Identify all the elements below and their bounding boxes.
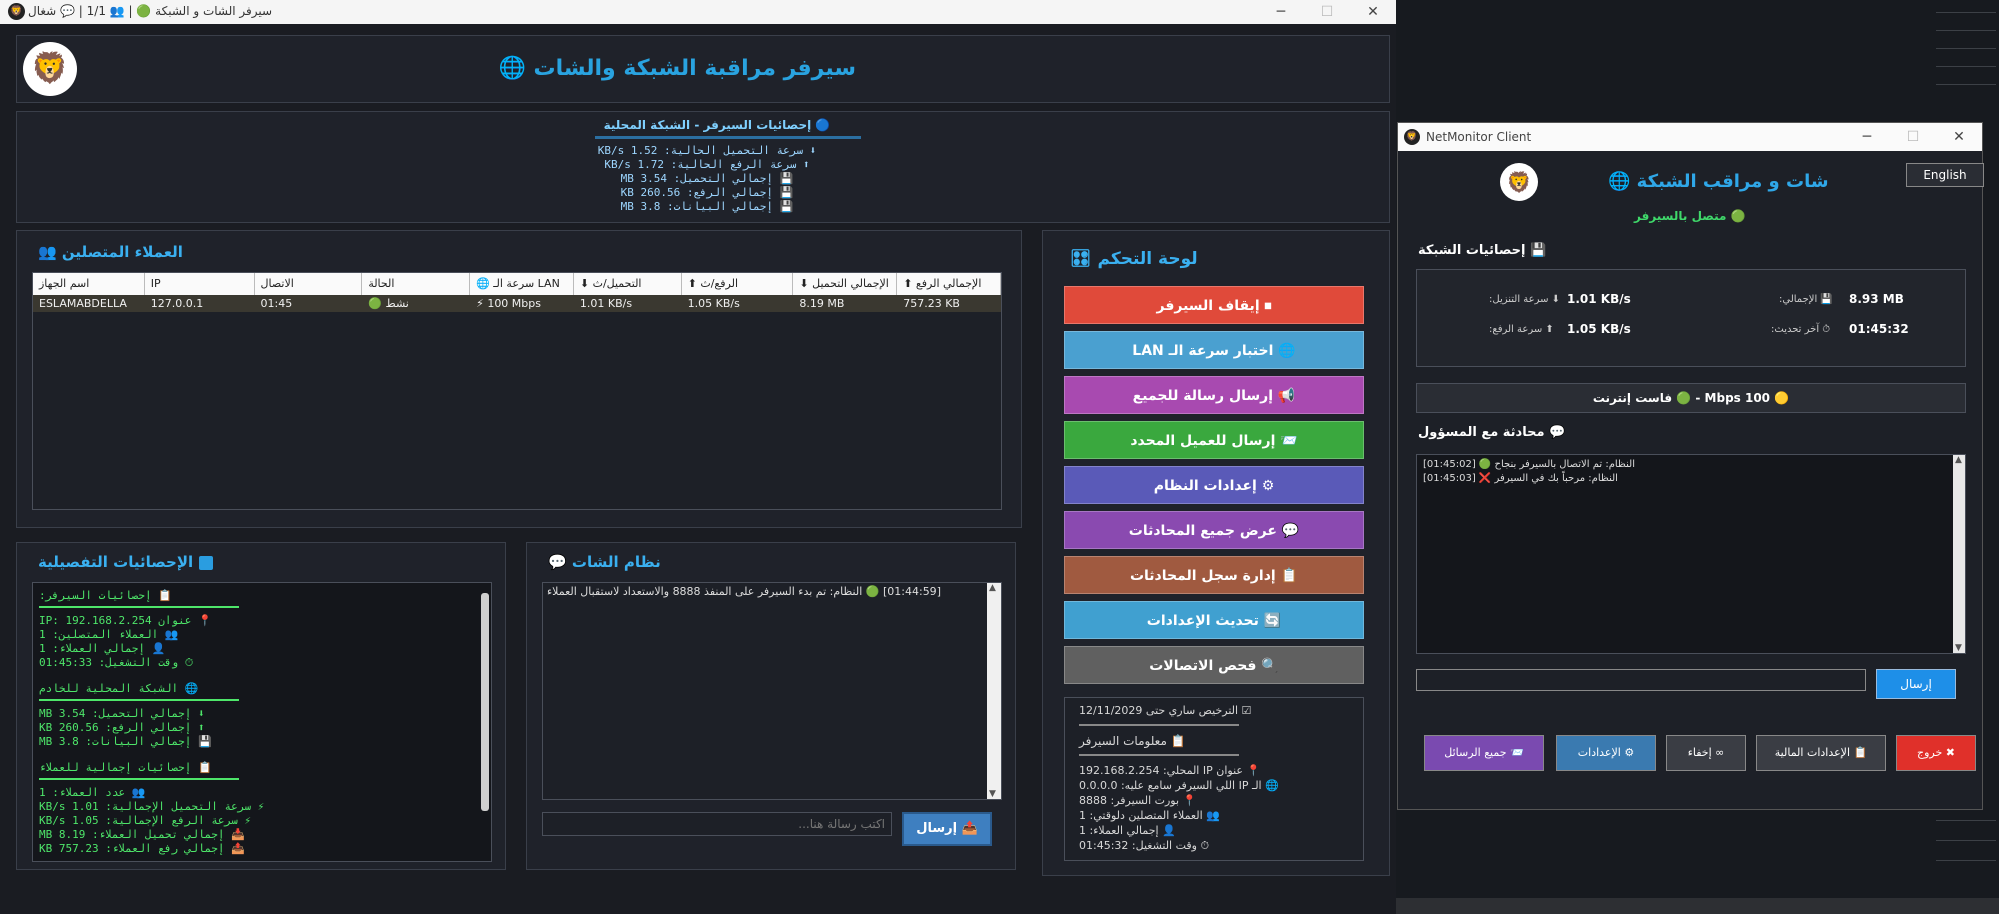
chat-message: [01:45:02] 🟢 النظام: تم الاتصال بالسيرفر… (1423, 459, 1635, 470)
client-chat-scrollbar[interactable]: ▲ ▼ (1953, 455, 1965, 653)
chat-log[interactable]: [01:44:59] 🟢 النظام: تم بدء السيرفر على … (542, 582, 1002, 800)
check-connections-button[interactable]: 🔍 فحص الاتصالات (1064, 646, 1364, 684)
settings-button[interactable]: ⚙ الإعدادات (1556, 735, 1656, 771)
server-window-title: سيرفر الشات و الشبكة 🟢 | 👥 1/1 | 💬 شغال (28, 4, 273, 18)
col-total-download[interactable]: ⬇ الإجمالي التحميل (793, 273, 898, 295)
lion-logo: 🦁 (23, 42, 77, 96)
table-row[interactable]: ESLAMABDELLA 127.0.0.1 01:45 🟢 نشط ⚡ 100… (33, 295, 1001, 312)
col-download[interactable]: ⬇ التحميل/ث (574, 273, 682, 295)
chat-log-button[interactable]: 📋 إدارة سجل المحادثات (1064, 556, 1364, 594)
client-chat-log[interactable]: [01:45:02] 🟢 النظام: تم الاتصال بالسيرفر… (1416, 454, 1966, 654)
minimize-button[interactable]: ─ (1258, 0, 1304, 24)
admin-chat-title: 💬 محادثة مع المسؤول (1418, 425, 1566, 440)
broadcast-button[interactable]: 📢 إرسال رسالة للجميع (1064, 376, 1364, 414)
lion-icon: 🦁 (8, 3, 25, 20)
client-send-button[interactable]: إرسال (1876, 669, 1956, 699)
col-lan-speed[interactable]: 🌐 سرعة الـ LAN (470, 273, 574, 295)
net-stats-title: 💾 إحصائيات الشبكة (1418, 243, 1547, 258)
chat-title: نظام الشات 💬 (548, 553, 661, 571)
net-stats-box: ⬇ سرعة التنزيل: 1.01 KB/s ⬆ سرعة الرفع: … (1416, 269, 1966, 367)
exit-button[interactable]: ✖ خروج (1896, 735, 1976, 771)
close-button[interactable]: ✕ (1936, 125, 1982, 149)
stat-row: 💾 إجمالي البيانات: 3.8 MB (620, 200, 794, 213)
chat-send-button[interactable]: 📤 إرسال (902, 812, 992, 846)
refresh-settings-button[interactable]: 🔄 تحديث الإعدادات (1064, 601, 1364, 639)
server-stats-rows: ⬇ سرعة التحميل الحالية: 1.52 KB/s ⬆ سرعة… (557, 144, 857, 214)
chat-input[interactable] (542, 812, 892, 836)
control-panel-title: لوحة التحكم 🎛 (1070, 249, 1198, 269)
stop-server-button[interactable]: ⏹ إيقاف السيرفر (1064, 286, 1364, 324)
clients-table-header: اسم الجهاز IP الاتصال الحالة 🌐 سرعة الـ … (33, 273, 1001, 295)
maximize-button[interactable]: ☐ (1890, 125, 1936, 149)
minimize-button[interactable]: ─ (1844, 125, 1890, 149)
client-window: 🦁 NetMonitor Client ─ ☐ ✕ 🦁 شات و مراقب … (1397, 122, 1984, 810)
detail-stats-log[interactable]: 📋 إحصائيات السيرفر: 📍 عنوان IP: 192.168.… (32, 582, 492, 862)
detail-stats-scrollbar[interactable] (481, 593, 489, 811)
lion-icon: 🦁 (1404, 129, 1420, 145)
client-titlebar: 🦁 NetMonitor Client ─ ☐ ✕ (1398, 123, 1982, 151)
server-header-title: سيرفر مراقبة الشبكة والشات 🌐 (498, 56, 856, 81)
system-settings-button[interactable]: ⚙ إعدادات النظام (1064, 466, 1364, 504)
client-header-title: شات و مراقب الشبكة 🌐 (1608, 171, 1829, 192)
server-titlebar: 🦁 سيرفر الشات و الشبكة 🟢 | 👥 1/1 | 💬 شغا… (0, 0, 1396, 24)
detail-stats-title: الإحصائيات التفصيلية (38, 553, 194, 571)
server-stats-panel: 🔵 إحصائيات السيرفر - الشبكة المحلية ⬇ سر… (16, 111, 1390, 223)
server-stats-title: 🔵 إحصائيات السيرفر - الشبكة المحلية (603, 118, 831, 132)
license-status: ☑ الترخيص ساري حتى 12/11/2029 (1079, 704, 1252, 717)
client-window-title: NetMonitor Client (1426, 130, 1532, 144)
col-upload[interactable]: ⬆ الرفع/ث (682, 273, 794, 295)
stat-row: 💾 إجمالي الرفع: 260.56 KB (620, 186, 794, 199)
col-status[interactable]: الحالة (362, 273, 471, 295)
lan-speed-test-button[interactable]: 🌐 اختبار سرعة الـ LAN (1064, 331, 1364, 369)
speed-banner: 🟡 100 Mbps - 🟢 فاست إنترنت (1416, 383, 1966, 413)
server-info-title: 📋 معلومات السيرفر (1079, 734, 1186, 748)
financial-settings-button[interactable]: 📋 الإعدادات المالية (1756, 735, 1886, 771)
maximize-button[interactable]: ☐ (1304, 0, 1350, 24)
english-button[interactable]: English (1906, 163, 1984, 187)
lion-logo: 🦁 (1500, 163, 1538, 201)
server-info-box: ☑ الترخيص ساري حتى 12/11/2029 📋 معلومات … (1064, 697, 1364, 861)
stats-icon (199, 555, 214, 570)
view-chats-button[interactable]: 💬 عرض جميع المحادثات (1064, 511, 1364, 549)
stat-row: ⬆ سرعة الرفع الحالية: 1.72 KB/s (604, 158, 810, 171)
col-connection[interactable]: الاتصال (255, 273, 363, 295)
clients-title: العملاء المتصلين 👥 (38, 243, 183, 261)
all-messages-button[interactable]: 📨 جميع الرسائل (1424, 735, 1544, 771)
close-button[interactable]: ✕ (1350, 0, 1396, 24)
stat-row: 💾 إجمالي التحميل: 3.54 MB (620, 172, 794, 185)
chat-message: [01:44:59] 🟢 النظام: تم بدء السيرفر على … (547, 585, 941, 598)
clients-table[interactable]: اسم الجهاز IP الاتصال الحالة 🌐 سرعة الـ … (32, 272, 1002, 510)
hide-button[interactable]: ∞ إخفاء (1666, 735, 1746, 771)
connection-status: 🟢 متصل بالسيرفر (1634, 209, 1746, 223)
col-total-upload[interactable]: ⬆ الإجمالي الرفع (897, 273, 1001, 295)
stat-row: ⬇ سرعة التحميل الحالية: 1.52 KB/s (597, 144, 817, 157)
col-ip[interactable]: IP (145, 273, 255, 295)
server-window: 🦁 سيرفر الشات و الشبكة 🟢 | 👥 1/1 | 💬 شغا… (0, 0, 1396, 914)
client-chat-input[interactable] (1416, 669, 1866, 691)
chat-message: [01:45:03] ❌ النظام: مرحباً بك في السيرف… (1423, 473, 1618, 484)
send-selected-button[interactable]: 📨 إرسال للعميل المحدد (1064, 421, 1364, 459)
chat-scrollbar[interactable]: ▲ ▼ (987, 583, 1001, 799)
col-device[interactable]: اسم الجهاز (33, 273, 145, 295)
